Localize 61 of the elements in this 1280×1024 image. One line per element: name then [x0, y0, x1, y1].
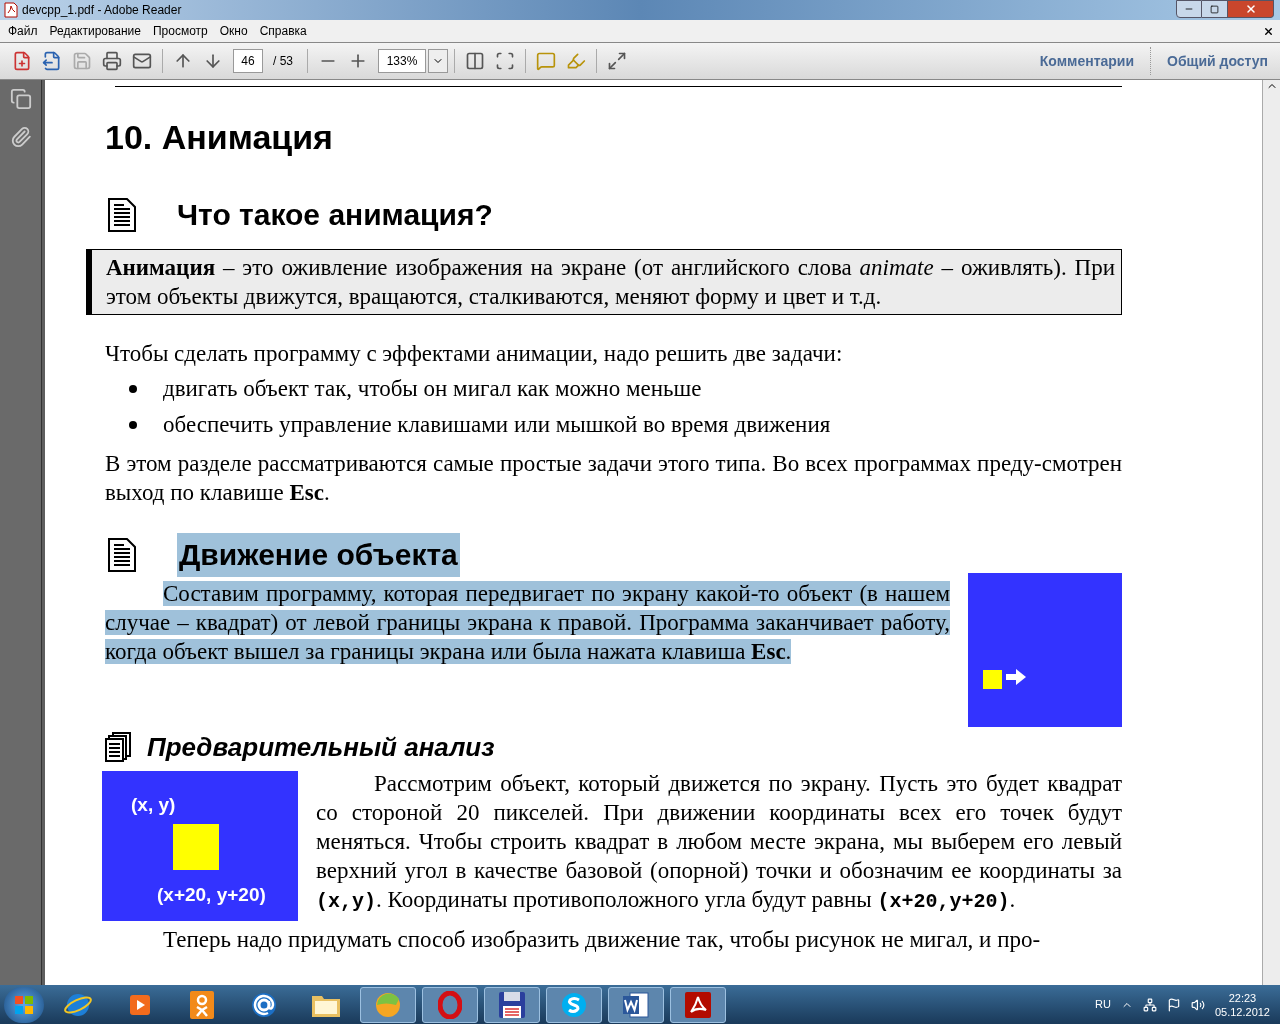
volume-icon[interactable] [1190, 997, 1205, 1012]
pdf-file-icon [4, 2, 18, 18]
clock-time: 22:23 [1228, 990, 1257, 1005]
pages-button[interactable] [9, 88, 32, 110]
person-icon [190, 990, 214, 1019]
paragraph: В этом разделе рассматриваются самые простые задачи этого типа. Во всех программах преду-смотрен выход по клавише Esc. [105, 450, 1122, 507]
clock-date: 05.12.2012 [1214, 1004, 1270, 1019]
section-heading: Движение объекта [177, 533, 460, 577]
menu-item[interactable]: Файл [2, 22, 44, 40]
panel-link[interactable]: Комментарии [1035, 50, 1139, 72]
o-letter-icon [438, 990, 462, 1019]
paragraph: Теперь надо придумать способ изобразить движение так, чтобы рисунок не мигал, и про- [162, 926, 1042, 954]
document-icon [107, 537, 137, 573]
figure-label: (x+20, y+20) [157, 883, 266, 907]
document-icon [107, 197, 137, 233]
close-button[interactable] [1228, 0, 1274, 18]
chapter-heading: 10. Анимация [105, 117, 334, 157]
list-item-text: обеспечить управление клавишами или мышкой во время движения [163, 411, 831, 439]
maximize-button[interactable] [1202, 0, 1228, 18]
panel-link[interactable]: Общий доступ [1163, 50, 1272, 72]
taskbar-app-button[interactable] [546, 986, 602, 1023]
menu-item[interactable]: Просмотр [146, 22, 214, 40]
close-icon[interactable] [1263, 25, 1274, 37]
attachments-button[interactable] [9, 126, 32, 148]
list-item-text: двигать объект так, чтобы он мигал как можно меньше [163, 375, 702, 403]
taskbar-app-button[interactable] [608, 986, 664, 1023]
play-icon [128, 992, 152, 1017]
at-sign-icon [250, 990, 278, 1019]
pages-icon [105, 732, 131, 762]
pdf-document-icon [684, 990, 712, 1019]
section-heading: Что такое анимация? [177, 197, 493, 233]
bullet-icon [129, 420, 137, 429]
taskbar-app-button[interactable] [484, 986, 540, 1023]
minimize-button[interactable] [1176, 0, 1202, 18]
close-icon [1244, 3, 1257, 15]
ball-icon [374, 990, 402, 1019]
menu-item[interactable]: Окно [213, 22, 254, 40]
menu-item[interactable]: Справка [253, 22, 313, 40]
page-count: / 53 [273, 53, 293, 70]
network-icon[interactable] [1142, 997, 1157, 1012]
taskbar-app-button[interactable] [670, 986, 726, 1023]
subsection-heading: Предварительный анализ [147, 731, 495, 763]
paragraph: Рассмотрим объект, который движется по экрану. Пусть это будет квадрат со стороной 20 пикселей. При движении координаты всех его точек будут меняться. Чтобы строить квадрат в любом месте экрана, мы выберем его левый верхний угол в качестве базовой (опорной) точки и обозначим ее координаты за (x,y). Координаты противоположного угла будут равны (x+20,y+20). [316, 770, 1122, 915]
language-indicator: RU [1095, 997, 1111, 1013]
maximize-icon [1210, 4, 1219, 14]
page-number-field[interactable]: 46 [233, 49, 263, 73]
w-document-icon [622, 990, 650, 1019]
definition-text: Анимация – это оживление изображения на экране (от английского слова animate – оживлять). При этом объекты движутся, вращаются, сталкиваются, меняют форму и цвет и т.д. [106, 254, 1115, 311]
zoom-dropdown-button[interactable] [428, 49, 448, 73]
start-button[interactable] [4, 986, 44, 1023]
windows-logo-icon [14, 994, 34, 1015]
paragraph: Чтобы сделать программу с эффектами анимации, надо решить две задачи: [105, 340, 844, 368]
bullet-icon [129, 384, 137, 393]
zoom-field[interactable]: 133% [378, 49, 426, 73]
s-letter-icon [560, 990, 588, 1019]
menu-item[interactable]: Редактирование [43, 22, 147, 40]
window-title: devcpp_1.pdf - Adobe Reader [22, 2, 182, 19]
figure-label: (x, y) [131, 793, 176, 817]
flag-icon[interactable] [1166, 997, 1181, 1012]
paragraph: Составим программу, которая передвигает по экрану какой-то объект (в нашем случае – квадрат) от левой границы экрана к правой. Программа заканчивает работу, когда объект вышел за границы экрана или была нажата клавиша Esc. [105, 580, 950, 666]
object-square [173, 824, 219, 870]
